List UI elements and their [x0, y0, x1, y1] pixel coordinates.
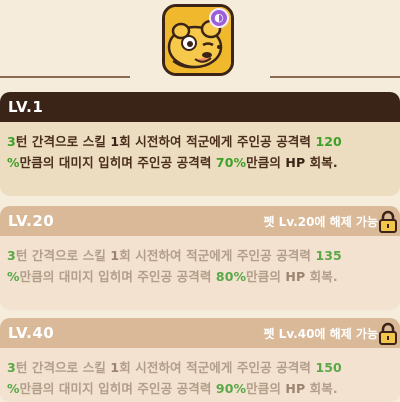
cast-count-value: 1 — [110, 248, 120, 263]
percent-sign: % — [7, 269, 20, 284]
left-divider — [0, 76, 130, 78]
hp-label: HP — [285, 381, 306, 396]
skill-level-card-20: LV.20 펫 Lv.20에 해제 가능 3턴 간격으로 스킬 1회 시전하여 … — [0, 206, 400, 310]
desc-text: 만큼의 — [246, 381, 286, 396]
damage-percent-value: 120 — [315, 134, 342, 149]
desc-text: 턴 간격으로 스킬 — [15, 134, 111, 149]
heal-percent-value: 80% — [215, 269, 247, 284]
hp-label: HP — [285, 269, 306, 284]
desc-text: 회 시전하여 적군에게 주인공 공격력 — [119, 248, 316, 263]
skill-level-card-1: LV.1 3턴 간격으로 스킬 1회 시전하여 적군에게 주인공 공격력 120… — [0, 92, 400, 196]
element-badge-icon: ◐ — [209, 8, 229, 28]
card-header: LV.40 펫 Lv.40에 해제 가능 — [0, 318, 400, 348]
desc-text: 만큼의 대미지 입히며 주인공 공격력 — [19, 155, 216, 170]
turn-interval-value: 3 — [7, 360, 16, 375]
desc-text: 턴 간격으로 스킬 — [15, 248, 111, 263]
unlock-requirement: 펫 Lv.20에 해제 가능 — [263, 215, 378, 229]
lock-icon — [379, 322, 397, 345]
level-label: LV.1 — [8, 98, 44, 116]
damage-percent-value: 150 — [315, 360, 342, 375]
desc-text: 만큼의 대미지 입히며 주인공 공격력 — [19, 269, 216, 284]
right-divider — [270, 76, 400, 78]
skill-description: 3턴 간격으로 스킬 1회 시전하여 적군에게 주인공 공격력 135 %만큼의 … — [0, 236, 400, 287]
lock-icon — [379, 210, 397, 233]
desc-text: 회복. — [305, 155, 338, 170]
desc-text: 턴 간격으로 스킬 — [15, 360, 111, 375]
unlock-requirement: 펫 Lv.40에 해제 가능 — [263, 327, 378, 341]
cast-count-value: 1 — [110, 360, 120, 375]
skill-level-card-40: LV.40 펫 Lv.40에 해제 가능 3턴 간격으로 스킬 1회 시전하여 … — [0, 318, 400, 402]
turn-interval-value: 3 — [7, 248, 16, 263]
desc-text: 만큼의 대미지 입히며 주인공 공격력 — [19, 381, 216, 396]
level-label: LV.20 — [8, 212, 55, 230]
level-label: LV.40 — [8, 324, 55, 342]
percent-sign: % — [7, 155, 20, 170]
desc-text: 회 시전하여 적군에게 주인공 공격력 — [119, 134, 316, 149]
hp-label: HP — [285, 155, 306, 170]
heal-percent-value: 70% — [215, 155, 247, 170]
skill-description: 3턴 간격으로 스킬 1회 시전하여 적군에게 주인공 공격력 150 %만큼의 … — [0, 348, 400, 399]
card-header: LV.1 — [0, 92, 400, 122]
cast-count-value: 1 — [110, 134, 120, 149]
desc-text: 회복. — [305, 269, 338, 284]
pet-header: ◐ — [0, 0, 400, 90]
damage-percent-value: 135 — [315, 248, 342, 263]
desc-text: 만큼의 — [246, 155, 286, 170]
turn-interval-value: 3 — [7, 134, 16, 149]
percent-sign: % — [7, 381, 20, 396]
heal-percent-value: 90% — [215, 381, 247, 396]
skill-description: 3턴 간격으로 스킬 1회 시전하여 적군에게 주인공 공격력 120 %만큼의 … — [0, 122, 400, 173]
desc-text: 회 시전하여 적군에게 주인공 공격력 — [119, 360, 316, 375]
card-header: LV.20 펫 Lv.20에 해제 가능 — [0, 206, 400, 236]
desc-text: 만큼의 — [246, 269, 286, 284]
desc-text: 회복. — [305, 381, 338, 396]
